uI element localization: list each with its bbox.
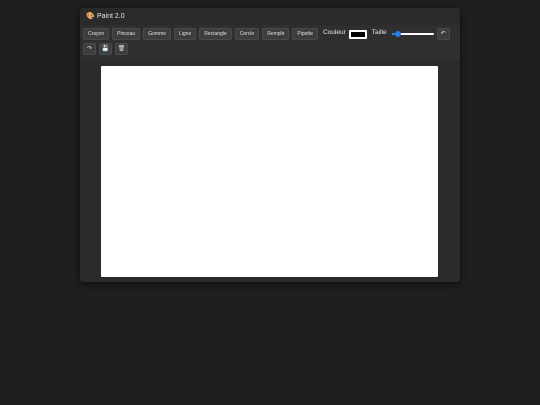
paint-window: 🎨 Paint 2.0 Crayon Pinceau Gomme Ligne R… <box>80 8 460 282</box>
undo-icon: ↶ <box>440 31 446 37</box>
size-slider[interactable] <box>391 31 434 37</box>
redo-button[interactable]: ↷ <box>83 43 96 55</box>
tool-crayon-button[interactable]: Crayon <box>83 28 110 40</box>
save-button[interactable]: 💾 <box>99 43 112 55</box>
save-icon: 💾 <box>101 46 110 52</box>
redo-icon: ↷ <box>86 46 93 52</box>
tool-rectangle-button[interactable]: Rectangle <box>199 28 232 40</box>
size-slider-thumb[interactable] <box>395 31 402 37</box>
tool-cercle-button[interactable]: Cercle <box>234 28 260 40</box>
color-label: Couleur <box>323 28 346 36</box>
window-title: Paint 2.0 <box>97 13 125 20</box>
size-label: Taille <box>371 28 387 36</box>
tool-pinceau-button[interactable]: Pinceau <box>112 28 141 40</box>
toolbar: Crayon Pinceau Gomme Ligne Rectangle Cer… <box>80 25 460 60</box>
trash-icon: 🗑 <box>117 46 126 52</box>
title-bar: 🎨 Paint 2.0 <box>80 8 460 25</box>
color-picker[interactable] <box>348 29 367 39</box>
tool-remplir-button[interactable]: Remplir <box>262 28 290 40</box>
tool-pipette-button[interactable]: Pipette <box>292 28 318 40</box>
tool-ligne-button[interactable]: Ligne <box>173 28 197 40</box>
canvas-area <box>80 60 460 282</box>
tool-gomme-button[interactable]: Gomme <box>143 28 171 40</box>
undo-button[interactable]: ↶ <box>436 28 450 40</box>
palette-icon: 🎨 <box>86 12 95 20</box>
clear-button[interactable]: 🗑 <box>115 43 128 55</box>
drawing-canvas[interactable] <box>101 66 438 277</box>
